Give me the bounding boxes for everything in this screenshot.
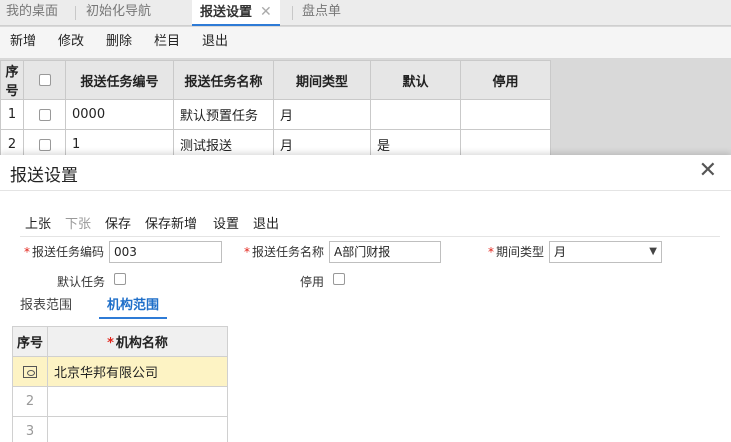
delete-button[interactable]: 删除 (106, 27, 132, 59)
required-marker: * (244, 245, 250, 259)
cell-seq: 1 (0, 99, 24, 130)
cell-period: 月 (273, 99, 371, 130)
required-marker: * (488, 245, 494, 259)
cell-code: 0000 (65, 99, 174, 130)
default-task-label: 默认任务 (57, 275, 106, 289)
cell-org-name[interactable] (47, 386, 228, 417)
period-label-text: 期间类型 (496, 245, 545, 259)
next-button[interactable]: 下张 (65, 213, 91, 232)
period-label: * 期间类型 (488, 243, 544, 260)
table-row[interactable]: 2 (12, 386, 228, 417)
required-marker: * (107, 336, 114, 351)
cell-disabled (460, 99, 551, 130)
cell-seq: 2 (12, 386, 48, 417)
org-grid: 序号 * 机构名称 北京华邦有限公司 2 3 (12, 326, 228, 442)
default-task-checkbox[interactable] (114, 273, 126, 285)
save-button[interactable]: 保存 (105, 213, 131, 232)
columns-button[interactable]: 栏目 (154, 27, 180, 59)
exit-button[interactable]: 退出 (253, 213, 279, 232)
name-label: * 报送任务名称 (244, 243, 324, 260)
close-icon[interactable]: ✕ (260, 4, 272, 20)
cell-default (370, 99, 461, 130)
period-select[interactable]: 月 ▼ (549, 241, 662, 263)
row-edit-icon[interactable] (23, 365, 37, 378)
cell-seq[interactable] (12, 356, 48, 387)
tab-label: 报送设置 (200, 5, 253, 20)
tab-label: 初始化导航 (86, 4, 152, 19)
cell-org-name[interactable]: 北京华邦有限公司 (47, 356, 228, 387)
name-input[interactable]: A部门财报 (329, 241, 441, 263)
col-seq: 序号 (12, 326, 48, 357)
col-org-name-text: 机构名称 (115, 336, 168, 351)
new-button[interactable]: 新增 (10, 27, 36, 59)
grid-header-row: 序号 报送任务编号 报送任务名称 期间类型 默认 停用 (0, 60, 551, 100)
period-value: 月 (554, 245, 567, 259)
tab-inventory[interactable]: 盘点单 (294, 0, 349, 26)
prev-button[interactable]: 上张 (25, 213, 51, 232)
main-toolbar: 新增 修改 删除 栏目 退出 (0, 27, 731, 59)
exit-button[interactable]: 退出 (202, 27, 228, 59)
col-disabled[interactable]: 停用 (460, 60, 551, 100)
tab-divider (292, 6, 293, 20)
tab-label: 盘点单 (302, 4, 342, 19)
disabled-checkbox[interactable] (333, 273, 345, 285)
divider (0, 190, 731, 191)
dialog-title: 报送设置 (10, 166, 78, 186)
table-row[interactable]: 3 (12, 416, 228, 442)
grid-header-row: 序号 * 机构名称 (12, 326, 228, 357)
col-code[interactable]: 报送任务编号 (65, 60, 174, 100)
tab-divider (75, 6, 76, 20)
edit-button[interactable]: 修改 (58, 27, 84, 59)
col-select[interactable] (23, 60, 66, 100)
tab-label: 我的桌面 (6, 4, 59, 19)
select-all-checkbox[interactable] (38, 74, 51, 86)
col-period[interactable]: 期间类型 (273, 60, 371, 100)
disabled-label: 停用 (300, 275, 325, 289)
row-checkbox[interactable] (38, 108, 51, 121)
cell-seq: 3 (12, 416, 48, 442)
cell-name: 默认预置任务 (173, 99, 274, 130)
tab-my-desktop[interactable]: 我的桌面 (0, 0, 66, 26)
tab-init-nav[interactable]: 初始化导航 (78, 0, 159, 26)
chevron-down-icon: ▼ (649, 246, 657, 257)
name-label-text: 报送任务名称 (252, 245, 325, 259)
code-input[interactable]: 003 (109, 241, 222, 263)
table-row[interactable]: 北京华邦有限公司 (12, 356, 228, 387)
settings-button[interactable]: 设置 (213, 213, 239, 232)
col-name[interactable]: 报送任务名称 (173, 60, 274, 100)
table-row[interactable]: 1 0000 默认预置任务 月 (0, 99, 551, 130)
row-checkbox[interactable] (38, 138, 51, 151)
tab-report-scope[interactable]: 报表范围 (20, 297, 72, 319)
cell-org-name[interactable] (47, 416, 228, 442)
close-icon[interactable]: ✕ (699, 159, 717, 183)
col-seq: 序号 (0, 60, 24, 100)
divider (20, 236, 720, 237)
tab-report-settings[interactable]: 报送设置 ✕ (192, 0, 280, 26)
col-default[interactable]: 默认 (370, 60, 461, 100)
required-marker: * (24, 245, 30, 259)
task-grid: 序号 报送任务编号 报送任务名称 期间类型 默认 停用 1 0000 默认预置任… (0, 60, 551, 160)
code-label: * 报送任务编码 (24, 243, 104, 260)
tab-org-scope[interactable]: 机构范围 (99, 297, 168, 319)
code-label-text: 报送任务编码 (32, 245, 105, 259)
tab-bar: 我的桌面 初始化导航 报送设置 ✕ 盘点单 (0, 0, 731, 26)
save-new-button[interactable]: 保存新增 (145, 213, 197, 232)
col-org-name[interactable]: * 机构名称 (47, 326, 228, 357)
cell-select[interactable] (23, 99, 66, 130)
report-settings-dialog: 报送设置 ✕ 上张 下张 保存 保存新增 设置 退出 * 报送任务编码 003 *… (0, 155, 731, 442)
